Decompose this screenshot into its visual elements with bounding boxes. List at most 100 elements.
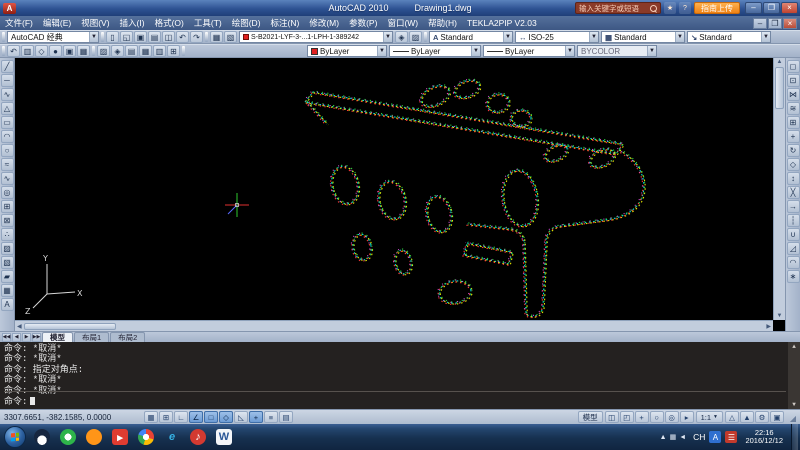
break-icon[interactable]: ┆ (787, 214, 800, 227)
qp-toggle[interactable]: ▤ (279, 411, 293, 423)
tab-prev-icon[interactable]: ◀ (12, 333, 21, 342)
chevron-down-icon[interactable]: ▼ (761, 32, 770, 42)
explode-icon[interactable]: ∗ (787, 270, 800, 283)
menu-item[interactable]: 视图(V) (76, 17, 114, 29)
tab-next-icon[interactable]: ▶ (22, 333, 31, 342)
infocenter-search-box[interactable]: 输入关键字或短语 (575, 2, 661, 14)
rotate-icon[interactable]: ↻ (787, 144, 800, 157)
input-method-icon[interactable]: A (709, 431, 721, 443)
scroll-left-icon[interactable]: ◀ (17, 323, 22, 330)
layer-properties-manager-icon[interactable]: ▦ (210, 31, 223, 43)
command-window[interactable]: 命令: *取消*命令: *取消*命令: 指定对角点:命令: *取消*命令: *取… (0, 342, 800, 409)
otrack-toggle[interactable]: ◇ (219, 411, 233, 423)
layer-walk-icon[interactable]: ▦ (77, 45, 90, 57)
workspace-switching-icon[interactable]: ⚙ (755, 411, 769, 423)
autocad-app-icon[interactable]: A (3, 3, 16, 14)
taskbar-clock[interactable]: 22:16 2016/12/12 (741, 429, 787, 446)
make-layer-current-icon[interactable]: ◈ (395, 31, 408, 43)
word-app-icon[interactable]: W (212, 426, 236, 448)
plot-style-combo[interactable]: BYCOLOR ▼ (577, 45, 657, 57)
annotation-visibility-icon[interactable]: △ (725, 411, 739, 423)
line-icon[interactable]: ╱ (1, 60, 14, 73)
tool-palettes-icon[interactable]: ▥ (153, 45, 166, 57)
chevron-down-icon[interactable]: ▼ (89, 32, 98, 42)
grid-toggle[interactable]: ⊞ (159, 411, 173, 423)
mirror-icon[interactable]: ⋈ (787, 88, 800, 101)
command-prompt-line[interactable]: 命令: (4, 391, 786, 407)
scroll-right-icon[interactable]: ▶ (766, 323, 771, 330)
tray-network-icon[interactable]: ▦ (670, 434, 677, 441)
osnap-toggle[interactable]: □ (204, 411, 218, 423)
menu-item[interactable]: 绘图(D) (227, 17, 266, 29)
horizontal-scrollbar[interactable]: ◀ ▶ (15, 320, 773, 331)
layer-previous-icon[interactable]: ↶ (7, 45, 20, 57)
array-icon[interactable]: ⊞ (787, 116, 800, 129)
polygon-icon[interactable]: △ (1, 102, 14, 115)
chevron-down-icon[interactable]: ▼ (589, 32, 598, 42)
ellipse-icon[interactable]: ◎ (1, 186, 14, 199)
maximize-button[interactable]: ❐ (763, 2, 780, 14)
chamfer-icon[interactable]: ◿ (787, 242, 800, 255)
scroll-up-icon[interactable]: ▲ (777, 59, 783, 65)
steeringwheel-icon[interactable]: ◎ (665, 411, 679, 423)
point-icon[interactable]: ∴ (1, 228, 14, 241)
menu-item[interactable]: 参数(P) (344, 17, 382, 29)
menu-item[interactable]: 窗口(W) (382, 17, 423, 29)
tab-model[interactable]: 模型 (42, 332, 73, 342)
layer-combo[interactable]: S-B2021-LYF-3-...1-LPH-1-389242 ▼ (239, 31, 393, 43)
layer-off-icon[interactable]: ● (49, 45, 62, 57)
quick-view-drawings-icon[interactable]: ◰ (620, 411, 634, 423)
revision-cloud-icon[interactable]: ≈ (1, 158, 14, 171)
ortho-toggle[interactable]: ∟ (174, 411, 188, 423)
insert-block-icon[interactable]: ⊞ (1, 200, 14, 213)
command-scrollbar[interactable]: ▲ ▼ (788, 342, 800, 409)
annotation-autoscale-icon[interactable]: ▲ (740, 411, 754, 423)
toolbar-grip[interactable] (205, 32, 208, 42)
menu-item[interactable]: 标注(N) (266, 17, 305, 29)
ime-tool-icon[interactable]: ☰ (725, 431, 737, 443)
infocenter-star-icon[interactable]: ★ (664, 2, 676, 14)
tab-last-icon[interactable]: ▶▶ (32, 333, 41, 342)
scroll-down-icon[interactable]: ▼ (792, 401, 796, 408)
toolbar-grip[interactable] (101, 32, 104, 42)
save-file-icon[interactable]: ▣ (134, 31, 147, 43)
menu-item[interactable]: 插入(I) (115, 17, 150, 29)
layer-states-icon[interactable]: ▧ (224, 31, 237, 43)
close-button[interactable]: × (781, 2, 798, 14)
table-style-combo[interactable]: ▦ Standard ▼ (601, 31, 685, 43)
join-icon[interactable]: ∪ (787, 228, 800, 241)
circle-icon[interactable]: ○ (1, 144, 14, 157)
polar-toggle[interactable]: ∠ (189, 411, 203, 423)
show-desktop-button[interactable] (791, 424, 798, 450)
spline-icon[interactable]: ∿ (1, 172, 14, 185)
erase-icon[interactable]: ◻ (787, 60, 800, 73)
pan-tool-icon[interactable]: + (635, 411, 649, 423)
make-block-icon[interactable]: ⊠ (1, 214, 14, 227)
toolbar-grip[interactable] (2, 32, 5, 42)
move-icon[interactable]: + (787, 130, 800, 143)
uc-browser-app-icon[interactable] (82, 426, 106, 448)
ducs-toggle[interactable]: ◺ (234, 411, 248, 423)
vertical-scrollbar[interactable]: ▲ ▼ (773, 58, 785, 320)
menu-item[interactable]: 帮助(H) (423, 17, 462, 29)
music-app-icon[interactable]: ♪ (186, 426, 210, 448)
chevron-down-icon[interactable]: ▼ (675, 32, 684, 42)
menu-item[interactable]: 修改(M) (304, 17, 344, 29)
table-icon[interactable]: ▦ (1, 284, 14, 297)
chevron-down-icon[interactable]: ▼ (565, 46, 574, 56)
open-file-icon[interactable]: ◱ (120, 31, 133, 43)
tab-layout1[interactable]: 布局1 (74, 332, 109, 342)
construction-line-icon[interactable]: ─ (1, 74, 14, 87)
horizontal-scroll-thumb[interactable] (24, 323, 116, 330)
region-icon[interactable]: ▰ (1, 270, 14, 283)
video-app-icon[interactable]: ▸ (108, 426, 132, 448)
qq-app-icon[interactable] (30, 426, 54, 448)
undo-icon[interactable]: ↶ (176, 31, 189, 43)
browser-360-app-icon[interactable] (56, 426, 80, 448)
plot-icon[interactable]: ▤ (148, 31, 161, 43)
toolbar-grip[interactable] (182, 46, 185, 56)
upload-button[interactable]: 指南上传 (694, 2, 740, 14)
linetype-combo[interactable]: ByLayer ▼ (389, 45, 481, 57)
text-style-combo[interactable]: A Standard ▼ (429, 31, 513, 43)
language-indicator[interactable]: CH (693, 432, 705, 442)
